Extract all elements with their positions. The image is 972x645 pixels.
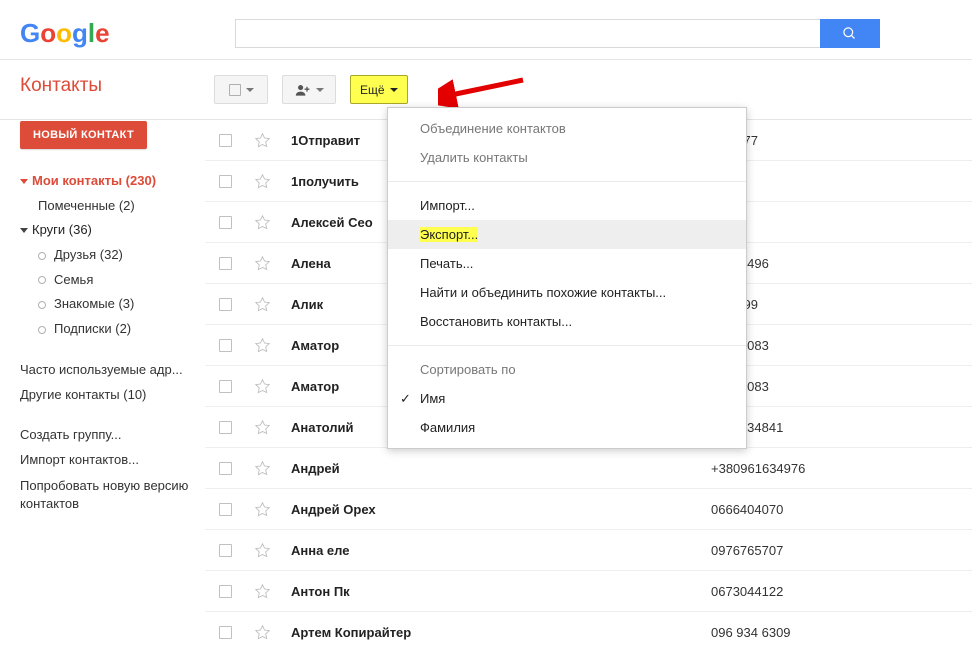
sidebar-item-circles[interactable]: Круги (36) (20, 218, 205, 243)
contact-row[interactable]: Андрей Орех0666404070 (205, 489, 972, 530)
sidebar-item-create-group[interactable]: Создать группу... (20, 423, 205, 448)
more-button-label: Ещё (360, 83, 385, 97)
search-button[interactable] (820, 19, 880, 48)
app-title: Контакты (20, 75, 205, 97)
person-plus-icon (295, 83, 311, 97)
row-checkbox[interactable] (219, 298, 232, 311)
dropdown-import[interactable]: Импорт... (388, 191, 746, 220)
contact-row[interactable]: Артем Копирайтер096 934 6309 (205, 612, 972, 645)
contact-phone: 096 934 6309 (711, 625, 791, 640)
select-all-button[interactable] (214, 75, 268, 104)
annotation-arrow (438, 72, 528, 112)
dropdown-divider (388, 345, 746, 346)
check-icon: ✓ (400, 391, 411, 407)
contact-name: Андрей Орех (291, 502, 711, 517)
search-box (235, 19, 880, 48)
row-checkbox[interactable] (219, 257, 232, 270)
dropdown-restore[interactable]: Восстановить контакты... (388, 307, 746, 336)
row-checkbox[interactable] (219, 134, 232, 147)
dropdown-merge: Объединение контактов (388, 114, 746, 143)
new-contact-button[interactable]: НОВЫЙ КОНТАКТ (20, 121, 147, 149)
more-button[interactable]: Ещё (350, 75, 408, 104)
star-icon[interactable] (254, 255, 271, 272)
more-dropdown: Объединение контактов Удалить контакты И… (387, 107, 747, 449)
checkbox-icon (229, 84, 241, 96)
circle-icon (38, 276, 46, 284)
chevron-down-icon (20, 179, 28, 184)
contact-row[interactable]: Антон Пк0673044122 (205, 571, 972, 612)
add-to-group-button[interactable] (282, 75, 336, 104)
sidebar: Контакты НОВЫЙ КОНТАКТ Мои контакты (230… (0, 120, 205, 645)
star-icon[interactable] (254, 296, 271, 313)
circle-icon (38, 301, 46, 309)
sidebar-item-my-contacts[interactable]: Мои контакты (230) (20, 169, 205, 194)
star-icon[interactable] (254, 542, 271, 559)
chevron-down-icon (390, 88, 398, 92)
dropdown-print[interactable]: Печать... (388, 249, 746, 278)
star-icon[interactable] (254, 214, 271, 231)
star-icon[interactable] (254, 173, 271, 190)
sidebar-item-other[interactable]: Другие контакты (10) (20, 383, 205, 408)
row-checkbox[interactable] (219, 462, 232, 475)
chevron-down-icon (20, 228, 28, 233)
sidebar-circle-item[interactable]: Знакомые (3) (20, 292, 205, 317)
dropdown-delete: Удалить контакты (388, 143, 746, 172)
star-icon[interactable] (254, 419, 271, 436)
star-icon[interactable] (254, 132, 271, 149)
sidebar-item-frequent[interactable]: Часто используемые адр... (20, 358, 205, 383)
contact-phone: 0666404070 (711, 502, 783, 517)
star-icon[interactable] (254, 583, 271, 600)
contact-row[interactable]: Андрей+380961634976 (205, 448, 972, 489)
row-checkbox[interactable] (219, 175, 232, 188)
sidebar-circle-item[interactable]: Подписки (2) (20, 317, 205, 342)
contact-name: Артем Копирайтер (291, 625, 711, 640)
sidebar-item-try-new[interactable]: Попробовать новую версию контактов (20, 473, 205, 513)
star-icon[interactable] (254, 337, 271, 354)
contact-name: Андрей (291, 461, 711, 476)
row-checkbox[interactable] (219, 339, 232, 352)
row-checkbox[interactable] (219, 585, 232, 598)
header: Google (0, 0, 972, 59)
contact-phone: 0976765707 (711, 543, 783, 558)
row-checkbox[interactable] (219, 544, 232, 557)
sidebar-item-import[interactable]: Импорт контактов... (20, 448, 205, 473)
row-checkbox[interactable] (219, 503, 232, 516)
search-icon (842, 26, 857, 41)
chevron-down-icon (316, 88, 324, 92)
row-checkbox[interactable] (219, 380, 232, 393)
chevron-down-icon (246, 88, 254, 92)
contact-phone: +380961634976 (711, 461, 805, 476)
sidebar-nav: Мои контакты (230) Помеченные (2) Круги … (20, 169, 205, 513)
sidebar-item-starred[interactable]: Помеченные (2) (20, 194, 205, 219)
dropdown-sort-lastname[interactable]: Фамилия (388, 413, 746, 442)
contact-row[interactable]: Анна еле0976765707 (205, 530, 972, 571)
dropdown-divider (388, 181, 746, 182)
google-logo: Google (20, 18, 110, 49)
sidebar-circle-item[interactable]: Семья (20, 268, 205, 293)
search-input[interactable] (235, 19, 820, 48)
star-icon[interactable] (254, 460, 271, 477)
star-icon[interactable] (254, 378, 271, 395)
sidebar-circle-item[interactable]: Друзья (32) (20, 243, 205, 268)
star-icon[interactable] (254, 501, 271, 518)
circle-icon (38, 252, 46, 260)
circle-icon (38, 326, 46, 334)
dropdown-sort-header: Сортировать по (388, 355, 746, 384)
star-icon[interactable] (254, 624, 271, 641)
row-checkbox[interactable] (219, 626, 232, 639)
contact-name: Антон Пк (291, 584, 711, 599)
row-checkbox[interactable] (219, 216, 232, 229)
contact-name: Анна еле (291, 543, 711, 558)
dropdown-sort-firstname[interactable]: ✓Имя (388, 384, 746, 413)
dropdown-find-duplicates[interactable]: Найти и объединить похожие контакты... (388, 278, 746, 307)
dropdown-export[interactable]: Экспорт... (388, 220, 746, 249)
contact-phone: 0673044122 (711, 584, 783, 599)
row-checkbox[interactable] (219, 421, 232, 434)
